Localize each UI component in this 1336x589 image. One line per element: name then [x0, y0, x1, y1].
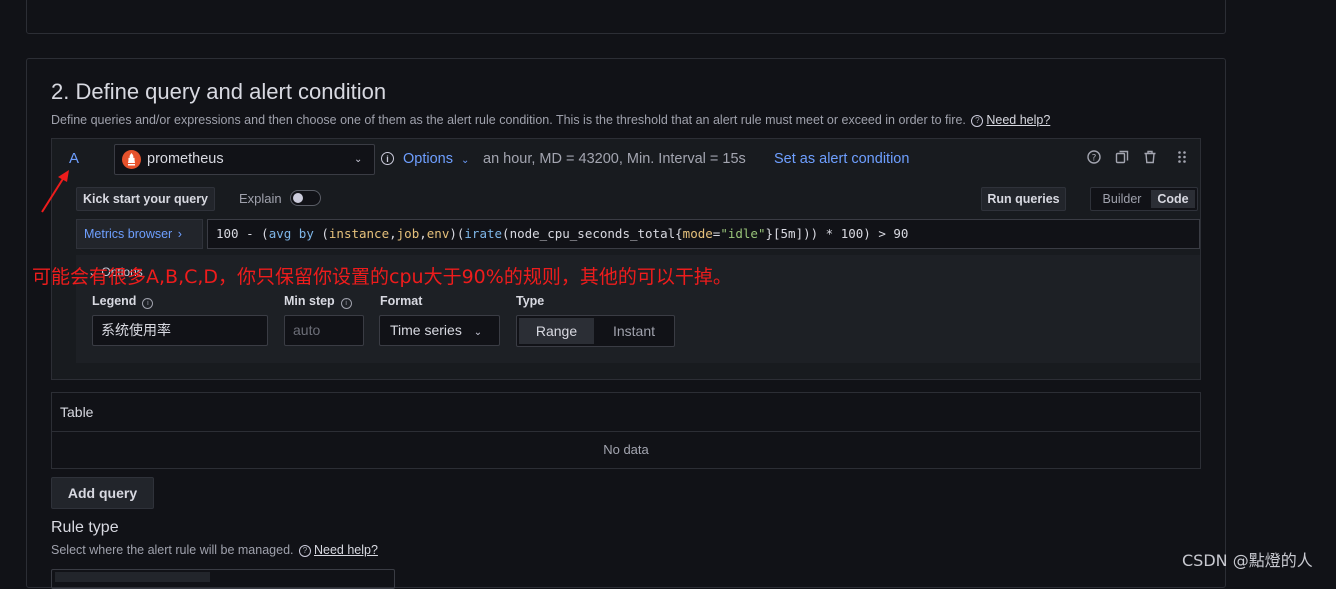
section-description-text: Define queries and/or expressions and th… [51, 113, 966, 127]
expr-token: (node_cpu_seconds_total{ [502, 226, 683, 241]
kick-start-query-button[interactable]: Kick start your query [76, 187, 215, 211]
expr-token: , [419, 226, 427, 241]
chevron-right-icon: › [177, 227, 182, 241]
format-label: Format [380, 294, 423, 308]
expr-token: }[5m])) * 100) > 90 [765, 226, 909, 241]
expr-token: instance [328, 226, 390, 241]
rule-type-option[interactable] [55, 572, 210, 582]
annotation-note: 可能会有很多A,B,C,D，你只保留你设置的cpu大于90%的规则，其他的可以干… [32, 266, 732, 288]
expr-token: env [426, 226, 450, 241]
run-queries-button[interactable]: Run queries [981, 187, 1066, 211]
section-description: Define queries and/or expressions and th… [51, 113, 1050, 127]
min-step-input[interactable]: auto [284, 315, 364, 346]
query-options-toggle[interactable]: Options ⌄ [403, 151, 469, 167]
expr-token: 100 - ( [216, 226, 269, 241]
query-ref-id[interactable]: A [69, 150, 79, 167]
duplicate-icon[interactable] [1115, 150, 1129, 167]
rule-type-help-link[interactable]: Need help? [314, 543, 378, 557]
rule-type-description-text: Select where the alert rule will be mana… [51, 543, 294, 557]
section-help-link[interactable]: Need help? [986, 113, 1050, 127]
expr-token: "idle" [720, 226, 766, 241]
mode-builder-tab[interactable]: Builder [1094, 190, 1150, 208]
promql-query-input[interactable]: 100 - (avg by (instance,job,env)(irate(n… [207, 219, 1200, 249]
chevron-down-icon: ⌄ [473, 327, 483, 338]
query-options-summary: an hour, MD = 43200, Min. Interval = 15s [483, 151, 746, 167]
info-icon: i [381, 152, 394, 165]
prometheus-logo-icon [122, 150, 141, 169]
info-icon[interactable]: i [142, 298, 154, 309]
rule-type-description: Select where the alert rule will be mana… [51, 543, 378, 557]
legend-label: Legend i [92, 294, 154, 309]
explain-toggle-knob [293, 193, 303, 203]
watermark: CSDN @點燈的人 [1182, 551, 1313, 570]
metrics-browser-button[interactable]: Metrics browser › [76, 219, 203, 249]
type-range-option[interactable]: Range [519, 318, 594, 344]
chevron-down-icon: ⌄ [354, 154, 363, 165]
expr-token: job [396, 226, 420, 241]
table-divider [52, 431, 1200, 432]
svg-text:?: ? [1092, 154, 1097, 164]
min-step-label: Min step i [284, 294, 352, 309]
expr-token: irate [464, 226, 503, 241]
add-query-button[interactable]: Add query [51, 477, 154, 509]
expr-token: , [389, 226, 397, 241]
rule-type-title: Rule type [51, 519, 119, 536]
trash-icon[interactable] [1143, 150, 1157, 167]
no-data-text: No data [603, 442, 649, 457]
format-select[interactable]: Time series ⌄ [379, 315, 500, 346]
help-icon[interactable]: ? [1087, 150, 1101, 167]
help-icon: ? [298, 545, 311, 557]
expr-token: avg by [268, 226, 314, 241]
legend-input[interactable]: 系统使用率 [92, 315, 268, 346]
mode-code-tab[interactable]: Code [1151, 190, 1195, 208]
help-icon: ? [971, 115, 984, 127]
type-instant-option[interactable]: Instant [596, 318, 672, 344]
drag-handle-icon[interactable] [1177, 150, 1187, 167]
metrics-browser-label: Metrics browser [84, 227, 173, 241]
min-step-label-text: Min step [284, 294, 335, 308]
info-icon[interactable]: i [340, 298, 352, 309]
datasource-name: prometheus [147, 151, 224, 167]
explain-label: Explain [239, 191, 282, 206]
section-title: 2. Define query and alert condition [51, 79, 387, 104]
previous-section-card [26, 0, 1226, 34]
expr-token: mode [682, 226, 713, 241]
format-value: Time series [390, 322, 462, 338]
legend-label-text: Legend [92, 294, 137, 308]
set-alert-condition-button[interactable]: Set as alert condition [774, 151, 909, 167]
expr-token: ( [313, 226, 329, 241]
table-title: Table [60, 404, 94, 420]
type-label: Type [516, 294, 545, 308]
expr-token: )( [449, 226, 465, 241]
chevron-down-icon: ⌄ [461, 155, 470, 166]
query-options-label: Options [403, 151, 453, 167]
annotation-arrow-icon [41, 170, 69, 213]
